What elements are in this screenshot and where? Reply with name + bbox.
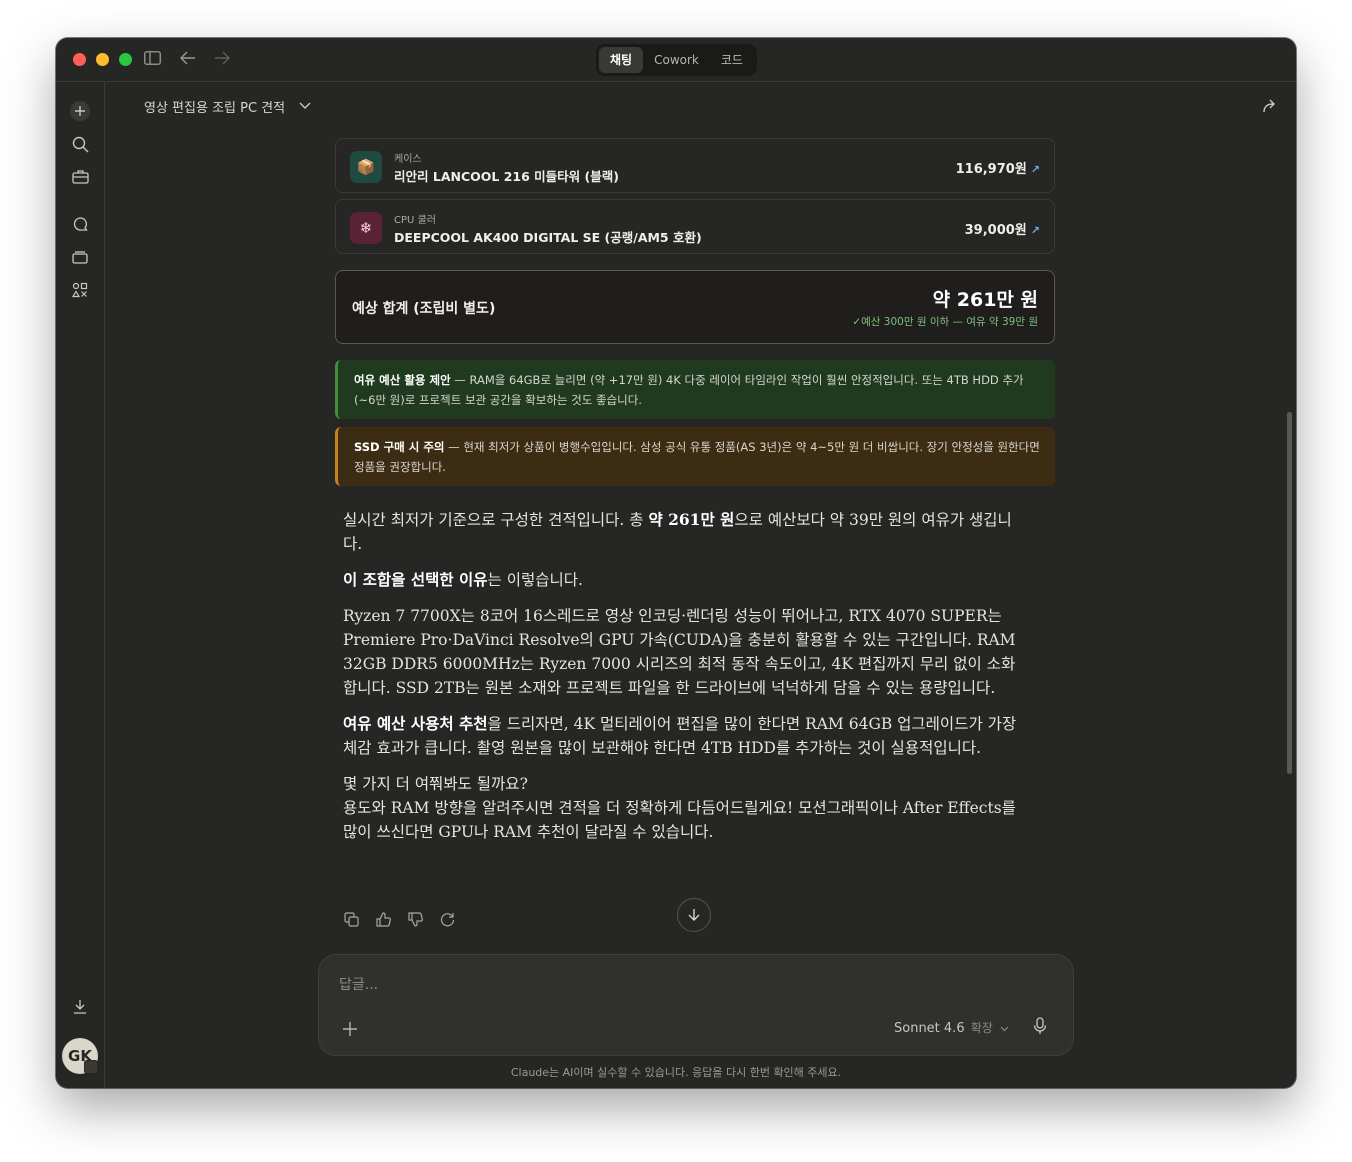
copy-icon[interactable] xyxy=(343,911,359,927)
total-label: 예상 합계 (조립비 별도) xyxy=(352,301,496,317)
part-price-value: 39,000원 xyxy=(964,223,1027,238)
part-name: DEEPCOOL AK400 DIGITAL SE (공랭/AM5 호환) xyxy=(394,230,702,245)
minimize-window-button[interactable] xyxy=(96,53,109,66)
notice-title: SSD 구매 시 주의 xyxy=(354,440,445,454)
arrow-down-icon xyxy=(688,909,700,921)
notice-ssd-warning: SSD 구매 시 주의 — 현재 최저가 상품이 병행수입입니다. 삼성 공식 … xyxy=(335,427,1055,486)
projects-icon[interactable] xyxy=(68,245,92,269)
answer-paragraph: 여유 예산 사용처 추천을 드리자면, 4K 멀티레이어 편집을 많이 한다면 … xyxy=(343,712,1027,760)
disclaimer: Claude는 AI이며 실수할 수 있습니다. 응답을 다시 한번 확인해 주… xyxy=(510,1066,842,1079)
sidebar: GK xyxy=(56,82,105,1088)
tab-code[interactable]: 코드 xyxy=(710,47,754,73)
answer-text: 몇 가지 더 여쭤봐도 될까요? xyxy=(343,775,528,793)
titlebar: 채팅 Cowork 코드 xyxy=(56,38,1296,82)
assistant-answer: 실시간 최저가 기준으로 구성한 견적입니다. 총 약 261만 원으로 예산보… xyxy=(343,508,1027,856)
answer-text: 용도와 RAM 방향을 알려주시면 견적을 더 정확하게 다듬어드릴게요! 모션… xyxy=(343,799,1016,841)
answer-emphasis: 약 261만 원 xyxy=(648,510,735,529)
retry-icon[interactable] xyxy=(439,911,455,927)
chat-title: 영상 편집용 조립 PC 견적 xyxy=(144,101,286,116)
chevron-down-icon xyxy=(299,99,311,114)
budget-status-note: ✓예산 300만 원 이하 — 여유 약 39만 원 xyxy=(852,316,1038,328)
sidebar-toggle-icon[interactable] xyxy=(144,51,161,68)
new-chat-button[interactable] xyxy=(70,101,90,121)
answer-paragraph: 이 조합을 선택한 이유는 이렇습니다. xyxy=(343,568,1027,592)
notice-budget-suggestion: 여유 예산 활용 제안 — RAM을 64GB로 늘리면 (약 +17만 원) … xyxy=(335,360,1055,419)
composer: Sonnet 4.6 확장 xyxy=(318,954,1074,1056)
part-category: CPU 쿨러 xyxy=(394,215,436,226)
artifacts-icon[interactable] xyxy=(68,278,92,302)
external-link-icon: ↗ xyxy=(1030,224,1040,237)
external-link-icon: ↗ xyxy=(1030,163,1040,176)
part-name: 리안리 LANCOOL 216 미들타워 (블랙) xyxy=(394,169,619,184)
model-mode: 확장 xyxy=(970,1021,993,1035)
mode-switch: 채팅 Cowork 코드 xyxy=(596,44,757,76)
total-card: 예상 합계 (조립비 별도) 약 261만 원 ✓예산 300만 원 이하 — … xyxy=(335,270,1055,344)
back-arrow-icon[interactable] xyxy=(180,51,196,68)
notice-title: 여유 예산 활용 제안 xyxy=(354,373,451,387)
notice-body: — RAM을 64GB로 늘리면 (약 +17만 원) 4K 다중 레이어 타임… xyxy=(354,373,1024,407)
answer-paragraph: Ryzen 7 7700X는 8코어 16스레드로 영상 인코딩·렌더링 성능이… xyxy=(343,607,1016,697)
answer-paragraph: 실시간 최저가 기준으로 구성한 견적입니다. 총 약 261만 원으로 예산보… xyxy=(343,508,1027,556)
part-card-cpu-cooler[interactable]: ❄ CPU 쿨러 DEEPCOOL AK400 DIGITAL SE (공랭/A… xyxy=(335,199,1055,254)
share-icon[interactable] xyxy=(1262,98,1278,118)
chat-title-dropdown[interactable]: 영상 편집용 조립 PC 견적 xyxy=(144,97,311,116)
add-attachment-icon[interactable] xyxy=(343,1017,357,1041)
part-price-value: 116,970원 xyxy=(955,162,1027,177)
notice-body: — 현재 최저가 상품이 병행수입입니다. 삼성 공식 유통 정품(AS 3년)… xyxy=(354,440,1040,474)
model-name: Sonnet 4.6 xyxy=(894,1021,965,1036)
chevron-down-icon xyxy=(1000,1026,1009,1032)
answer-emphasis: 이 조합을 선택한 이유 xyxy=(343,570,488,589)
package-icon: 📦 xyxy=(350,151,382,183)
answer-emphasis: 여유 예산 사용처 추천 xyxy=(343,714,488,733)
model-selector[interactable]: Sonnet 4.6 확장 xyxy=(894,1019,1009,1036)
thumbs-up-icon[interactable] xyxy=(375,911,391,927)
reply-input[interactable] xyxy=(339,977,939,993)
chats-icon[interactable] xyxy=(68,212,92,236)
close-window-button[interactable] xyxy=(73,53,86,66)
microphone-icon[interactable] xyxy=(1033,1017,1047,1039)
scroll-to-bottom-button[interactable] xyxy=(677,898,711,932)
part-card-case[interactable]: 📦 케이스 리안리 LANCOOL 216 미들타워 (블랙) 116,970원… xyxy=(335,138,1055,193)
briefcase-icon[interactable] xyxy=(68,164,92,188)
forward-arrow-icon[interactable] xyxy=(214,51,230,68)
search-icon[interactable] xyxy=(68,132,92,156)
total-value: 약 261만 원 xyxy=(932,289,1038,311)
thumbs-down-icon[interactable] xyxy=(407,911,423,927)
part-price[interactable]: 39,000원 ↗ xyxy=(965,219,1040,238)
answer-paragraph: 몇 가지 더 여쭤봐도 될까요? 용도와 RAM 방향을 알려주시면 견적을 더… xyxy=(343,772,1027,844)
part-category: 케이스 xyxy=(394,154,422,165)
answer-text: 는 이렇습니다. xyxy=(487,571,583,589)
tab-chat[interactable]: 채팅 xyxy=(599,47,644,73)
zoom-window-button[interactable] xyxy=(119,53,132,66)
app-window: 채팅 Cowork 코드 GK 영상 편집용 조립 PC 견적 📦 케이스 리안… xyxy=(56,38,1296,1088)
tab-cowork[interactable]: Cowork xyxy=(643,47,710,73)
message-actions xyxy=(343,911,455,927)
scrollbar[interactable] xyxy=(1287,412,1292,774)
part-price[interactable]: 116,970원 ↗ xyxy=(956,158,1040,177)
answer-text: 실시간 최저가 기준으로 구성한 견적입니다. 총 xyxy=(343,511,649,529)
snowflake-icon: ❄ xyxy=(350,212,382,244)
download-icon[interactable] xyxy=(68,995,92,1019)
